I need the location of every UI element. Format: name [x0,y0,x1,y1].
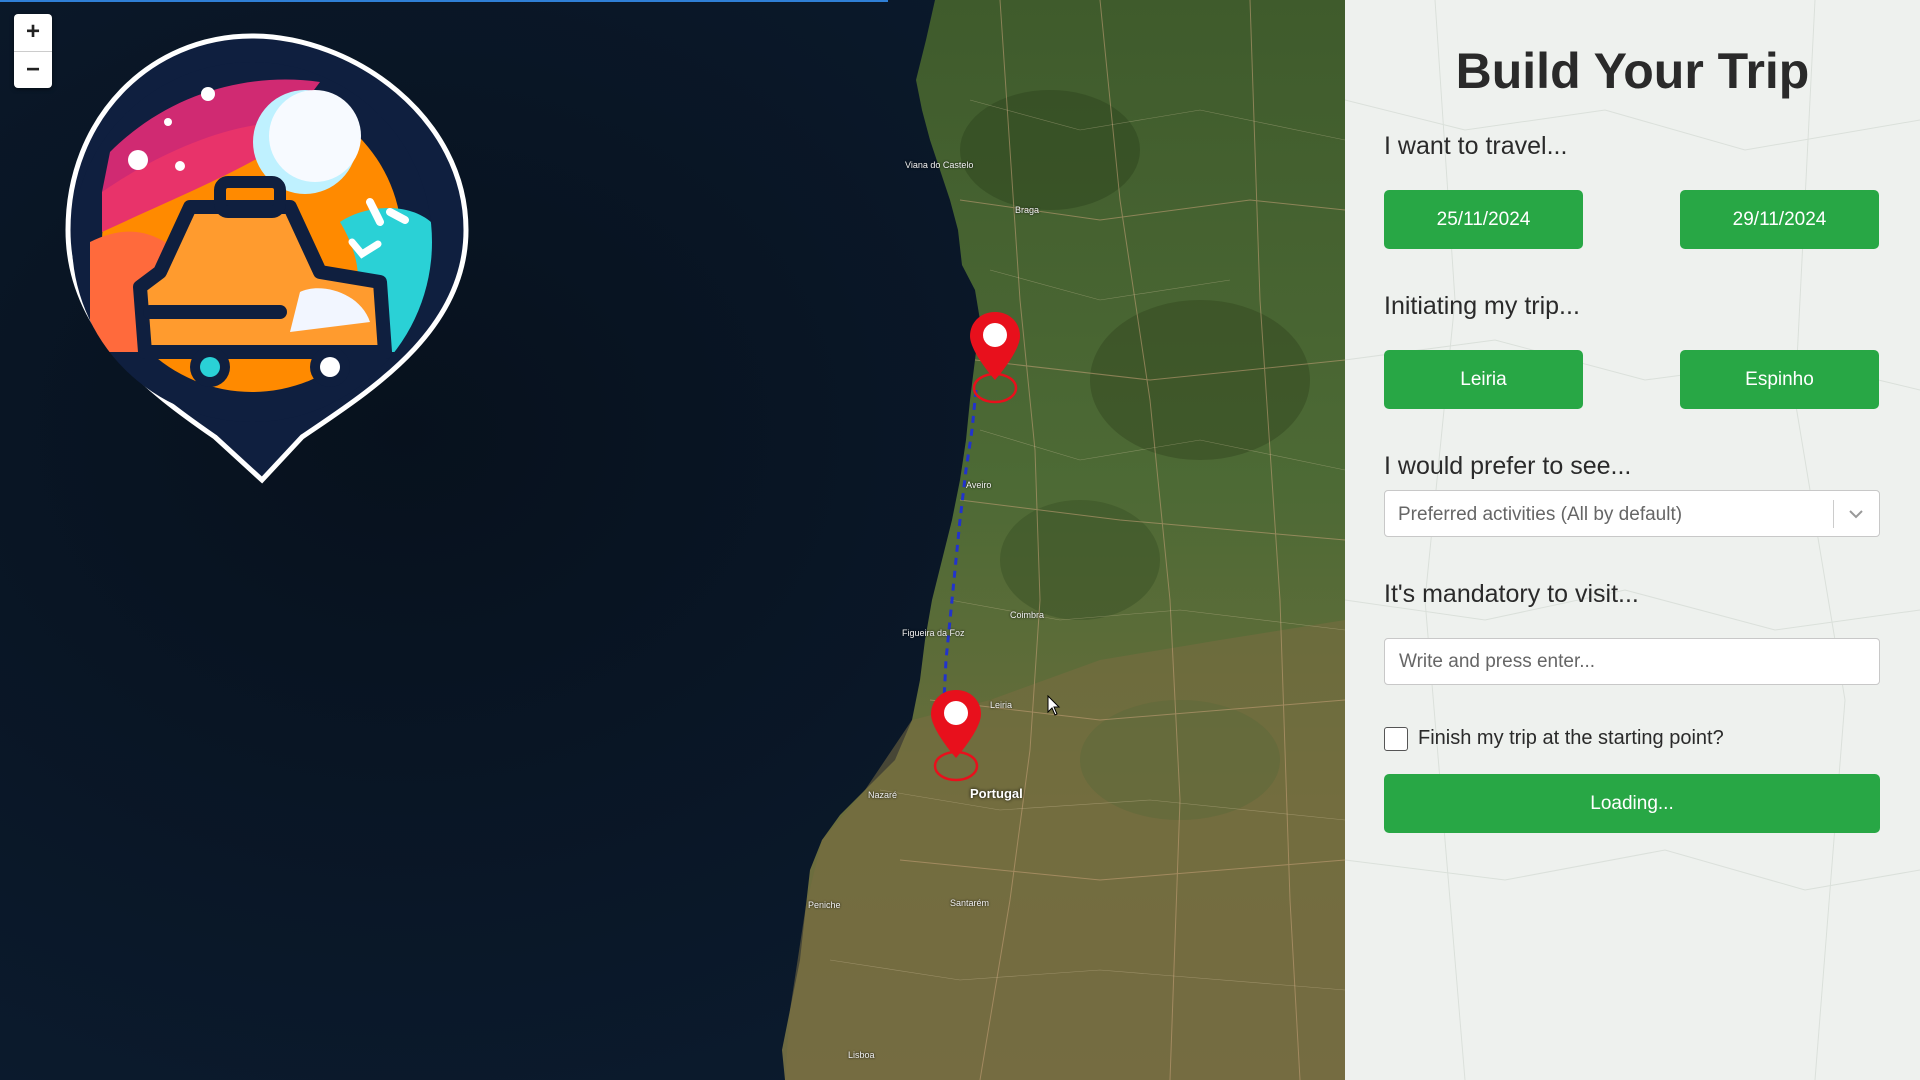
mouse-cursor-icon [1047,695,1061,716]
select-divider [1833,500,1834,528]
city-label: Aveiro [966,480,992,490]
start-date-button[interactable]: 25/11/2024 [1384,190,1583,249]
finish-at-start-checkbox[interactable] [1384,727,1408,751]
city-label: Lisboa [848,1050,875,1060]
activities-placeholder: Preferred activities (All by default) [1398,504,1683,525]
mandatory-places-input[interactable] [1384,638,1880,685]
preferences-heading: I would prefer to see... [1384,452,1632,480]
travel-dates-heading: I want to travel... [1384,132,1568,160]
map-loading-bar [0,0,888,2]
city-label: Santarém [950,898,990,908]
trip-builder-panel: Build Your Trip I want to travel... 25/1… [1345,0,1920,1080]
city-label: Leiria [990,700,1013,710]
end-date-button[interactable]: 29/11/2024 [1680,190,1879,249]
trip-planner-logo-icon [65,33,469,484]
city-label: Viana do Castelo [905,160,974,170]
chevron-down-icon[interactable] [1845,501,1867,527]
page-title: Build Your Trip [1455,43,1810,99]
city-label: Braga [1015,205,1040,215]
map-marker-icon[interactable] [928,688,984,788]
city-label: Nazaré [868,790,898,800]
map-marker-icon[interactable] [967,310,1023,410]
submit-button[interactable]: Loading... [1384,774,1880,833]
finish-at-start-label[interactable]: Finish my trip at the starting point? [1418,727,1724,750]
activities-select[interactable]: Preferred activities (All by default) [1384,490,1880,537]
city-label: Peniche [808,900,841,910]
trip-cities-heading: Initiating my trip... [1384,292,1580,320]
map-view[interactable]: Viana do Castelo Braga Aveiro Coimbra Fi… [0,0,1345,1080]
country-label: Portugal [970,786,1023,801]
city-label: Figueira da Foz [902,628,965,638]
panel-map-texture [1345,0,1920,1080]
mandatory-heading: It's mandatory to visit... [1384,580,1639,608]
end-city-button[interactable]: Espinho [1680,350,1879,409]
start-city-button[interactable]: Leiria [1384,350,1583,409]
city-label: Coimbra [1010,610,1045,620]
